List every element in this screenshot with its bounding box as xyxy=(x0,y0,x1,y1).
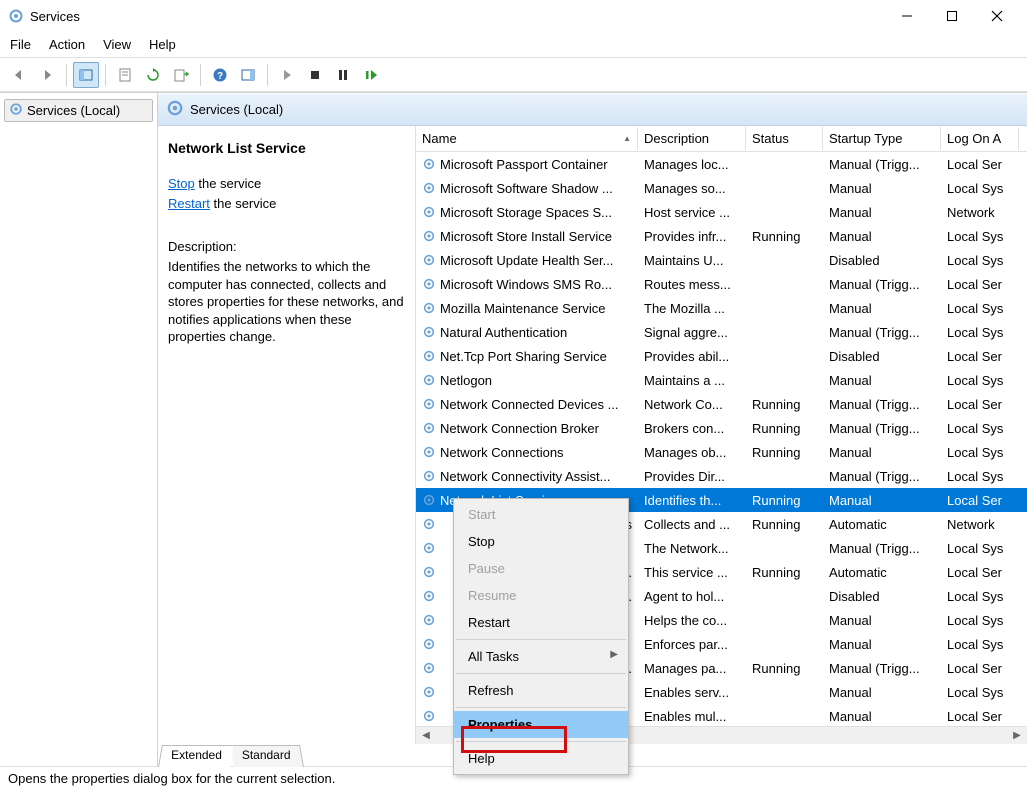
svg-text:?: ? xyxy=(217,71,223,82)
show-hide-console-tree-button[interactable] xyxy=(73,62,99,88)
status-text: Opens the properties dialog box for the … xyxy=(8,771,335,786)
menu-pause: Pause xyxy=(454,555,628,582)
service-row[interactable]: Network Connectivity Assist...Provides D… xyxy=(416,464,1027,488)
column-name[interactable]: Name▲ xyxy=(416,127,638,150)
help-button[interactable]: ? xyxy=(207,62,233,88)
service-row[interactable]: NetlogonMaintains a ...ManualLocal Sys xyxy=(416,368,1027,392)
menu-restart[interactable]: Restart xyxy=(454,609,628,636)
forward-button[interactable] xyxy=(34,62,60,88)
tree-root-label: Services (Local) xyxy=(27,103,120,118)
description-pane: Network List Service Stop the service Re… xyxy=(158,126,416,744)
pane-gear-icon xyxy=(166,99,184,120)
column-status[interactable]: Status xyxy=(746,127,823,150)
service-row[interactable]: Microsoft Storage Spaces S...Host servic… xyxy=(416,200,1027,224)
menu-resume: Resume xyxy=(454,582,628,609)
menu-separator xyxy=(456,707,626,708)
toolbar: ? xyxy=(0,58,1027,92)
service-row[interactable]: Network Connected Devices ...Network Co.… xyxy=(416,392,1027,416)
services-gear-icon xyxy=(9,102,23,119)
menu-file[interactable]: File xyxy=(10,37,31,52)
service-row[interactable]: Net.Tcp Port Sharing ServiceProvides abi… xyxy=(416,344,1027,368)
menu-properties[interactable]: Properties xyxy=(454,711,628,738)
restart-suffix: the service xyxy=(210,196,276,211)
refresh-button[interactable] xyxy=(140,62,166,88)
app-gear-icon xyxy=(8,8,24,24)
pause-service-button[interactable] xyxy=(330,62,356,88)
menu-all-tasks[interactable]: All Tasks▶ xyxy=(454,643,628,670)
menu-view[interactable]: View xyxy=(103,37,131,52)
menu-stop[interactable]: Stop xyxy=(454,528,628,555)
stop-suffix: the service xyxy=(195,176,261,191)
service-row[interactable]: Network Connection BrokerBrokers con...R… xyxy=(416,416,1027,440)
menu-help[interactable]: Help xyxy=(454,745,628,772)
service-row[interactable]: Microsoft Passport ContainerManages loc.… xyxy=(416,152,1027,176)
service-row[interactable]: Microsoft Windows SMS Ro...Routes mess..… xyxy=(416,272,1027,296)
menu-help[interactable]: Help xyxy=(149,37,176,52)
scroll-right-icon[interactable]: ▶ xyxy=(1009,728,1025,744)
window-controls xyxy=(884,0,1019,32)
window-title: Services xyxy=(30,9,80,24)
restart-link[interactable]: Restart xyxy=(168,196,210,211)
stop-link[interactable]: Stop xyxy=(168,176,195,191)
context-menu: Start Stop Pause Resume Restart All Task… xyxy=(453,498,629,775)
menu-separator xyxy=(456,673,626,674)
column-description[interactable]: Description xyxy=(638,127,746,150)
scroll-left-icon[interactable]: ◀ xyxy=(418,728,434,744)
tree-pane: Services (Local) xyxy=(0,93,158,766)
restart-service-button[interactable] xyxy=(358,62,384,88)
service-row[interactable]: Natural AuthenticationSignal aggre...Man… xyxy=(416,320,1027,344)
tab-standard[interactable]: Standard xyxy=(230,745,304,767)
properties-button[interactable] xyxy=(112,62,138,88)
tab-extended[interactable]: Extended xyxy=(158,745,234,767)
tree-root-item[interactable]: Services (Local) xyxy=(4,99,153,122)
maximize-button[interactable] xyxy=(929,0,974,32)
service-row[interactable]: Microsoft Software Shadow ...Manages so.… xyxy=(416,176,1027,200)
column-startup[interactable]: Startup Type xyxy=(823,127,941,150)
service-row[interactable]: Network ConnectionsManages ob...RunningM… xyxy=(416,440,1027,464)
menu-start: Start xyxy=(454,501,628,528)
title-bar: Services xyxy=(0,0,1027,32)
close-button[interactable] xyxy=(974,0,1019,32)
menu-separator xyxy=(456,639,626,640)
list-header: Name▲ Description Status Startup Type Lo… xyxy=(416,126,1027,152)
description-label: Description: xyxy=(168,239,405,254)
service-title: Network List Service xyxy=(168,140,405,156)
action-pane-button[interactable] xyxy=(235,62,261,88)
menu-bar: File Action View Help xyxy=(0,32,1027,58)
service-row[interactable]: Microsoft Update Health Ser...Maintains … xyxy=(416,248,1027,272)
menu-action[interactable]: Action xyxy=(49,37,85,52)
menu-refresh[interactable]: Refresh xyxy=(454,677,628,704)
chevron-right-icon: ▶ xyxy=(610,649,618,660)
service-row[interactable]: Mozilla Maintenance ServiceThe Mozilla .… xyxy=(416,296,1027,320)
start-service-button[interactable] xyxy=(274,62,300,88)
export-list-button[interactable] xyxy=(168,62,194,88)
service-row[interactable]: Microsoft Store Install ServiceProvides … xyxy=(416,224,1027,248)
sort-asc-icon: ▲ xyxy=(623,134,631,143)
menu-separator xyxy=(456,741,626,742)
column-logon[interactable]: Log On A xyxy=(941,127,1019,150)
description-text: Identifies the networks to which the com… xyxy=(168,258,405,346)
back-button[interactable] xyxy=(6,62,32,88)
pane-header-label: Services (Local) xyxy=(190,102,283,117)
pane-header: Services (Local) xyxy=(158,94,1027,126)
stop-service-button[interactable] xyxy=(302,62,328,88)
minimize-button[interactable] xyxy=(884,0,929,32)
